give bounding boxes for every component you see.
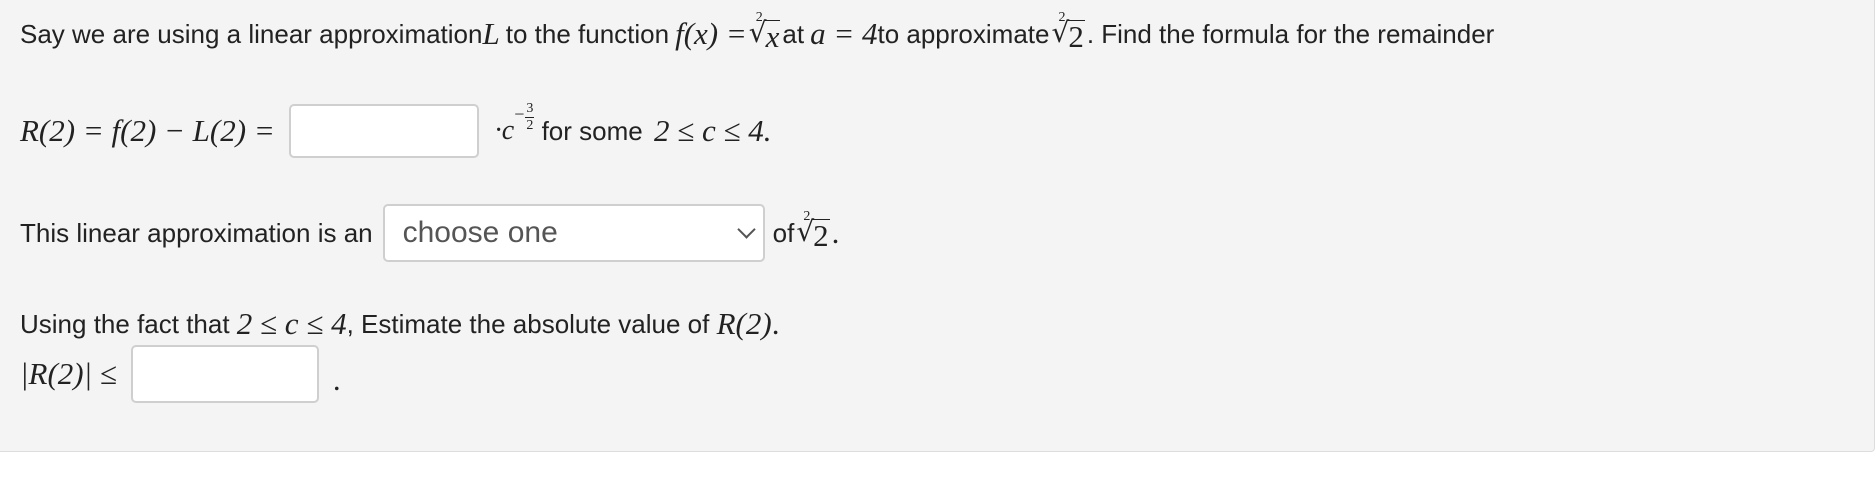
intro-text-5: . Find the formula for the remainder	[1086, 18, 1495, 49]
root-two: 2 √ 2	[796, 209, 830, 253]
estimate-text-3: .	[771, 306, 780, 341]
approx-text-1: This linear approximation is an	[20, 217, 373, 248]
remainder-symbol: R(2)	[716, 306, 772, 341]
approximation-line: This linear approximation is an choose o…	[20, 204, 839, 262]
approx-text-3: .	[831, 215, 840, 250]
exponent-denominator: 2	[526, 117, 534, 133]
c-range: 2 ≤ c ≤ 4.	[653, 113, 772, 148]
function-definition: f(x) =	[675, 16, 747, 51]
estimate-text-1: Using the fact that	[20, 308, 237, 339]
radical-index: 2	[1058, 10, 1066, 25]
root-two: 2 √ 2	[1051, 10, 1085, 54]
c-factor: ·c	[494, 115, 515, 146]
approx-text-2: of	[772, 217, 795, 248]
remainder-line: R(2) = f(2) − L(2) = ·c − 3 2 for some 2…	[20, 100, 772, 160]
exponent-numerator: 3	[525, 100, 535, 118]
radical-index: 2	[803, 209, 811, 224]
question-intro-line: Say we are using a linear approximation …	[20, 10, 1495, 54]
exponent-sign: −	[514, 103, 525, 124]
remainder-lhs: R(2) = f(2) − L(2) =	[20, 113, 275, 148]
bound-line: |R(2)| ≤ .	[20, 345, 341, 403]
bound-input[interactable]	[130, 345, 319, 403]
remainder-text: for some	[534, 115, 650, 146]
center-point: a = 4	[810, 16, 878, 51]
c-range: 2 ≤ c ≤ 4	[236, 306, 347, 341]
exponent: − 3 2	[514, 100, 535, 135]
question-panel: Say we are using a linear approximation …	[0, 0, 1875, 452]
linear-approx-symbol: L	[482, 16, 500, 51]
bound-lhs: |R(2)| ≤	[20, 356, 117, 391]
intro-text-2: to the function	[505, 18, 670, 49]
over-under-select[interactable]: choose one	[382, 204, 765, 262]
select-value: choose one	[402, 216, 558, 249]
bound-period: .	[332, 362, 341, 397]
intro-text-1: Say we are using a linear approximation	[20, 18, 483, 49]
remainder-coefficient-input[interactable]	[288, 104, 479, 158]
radical-index: 2	[755, 10, 763, 25]
estimate-line: Using the fact that 2 ≤ c ≤ 4 , Estimate…	[20, 304, 779, 344]
intro-text-4: to approximate	[877, 18, 1050, 49]
radical-argument: 2	[812, 218, 830, 253]
intro-text-3: at	[782, 18, 805, 49]
radical-argument: x	[764, 19, 781, 54]
estimate-text-2: , Estimate the absolute value of	[346, 308, 717, 339]
exponent-fraction: 3 2	[525, 100, 535, 133]
chevron-down-icon	[736, 219, 756, 239]
cube-root-x: 2 √ x	[749, 10, 781, 54]
radical-argument: 2	[1067, 19, 1085, 54]
